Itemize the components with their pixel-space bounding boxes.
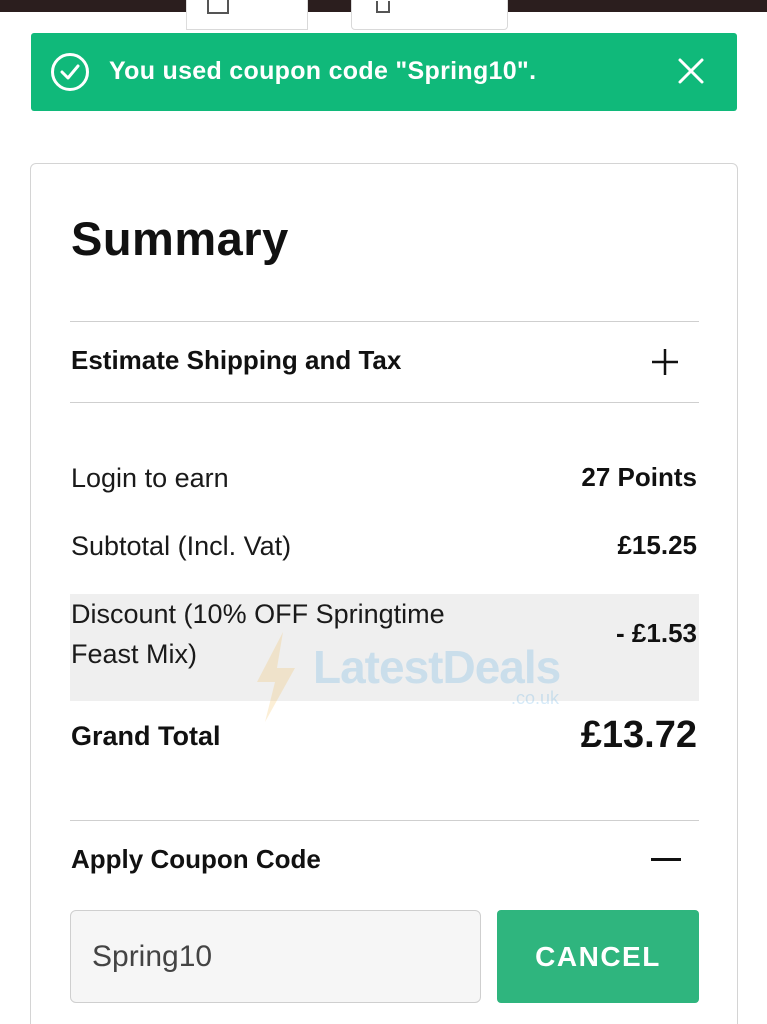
success-alert: You used coupon code "Spring10". [31, 33, 737, 111]
grand-total-value: £13.72 [580, 714, 697, 756]
discount-label-line2: Feast Mix) [71, 639, 198, 669]
summary-card: Summary Estimate Shipping and Tax Login … [30, 163, 738, 1024]
points-value: 27 Points [581, 462, 697, 492]
edit-icon [207, 0, 229, 14]
minus-icon[interactable] [651, 858, 681, 861]
summary-title: Summary [71, 212, 289, 265]
login-to-earn-label[interactable]: Login to earn [71, 458, 229, 498]
divider [70, 321, 699, 322]
discount-label-line1: Discount (10% OFF Springtime [71, 599, 445, 629]
apply-coupon-toggle[interactable]: Apply Coupon Code [71, 844, 321, 875]
plus-icon[interactable] [651, 348, 679, 376]
divider [70, 402, 699, 403]
trash-icon [376, 1, 390, 13]
check-circle-icon [51, 53, 89, 91]
close-icon[interactable] [675, 55, 707, 87]
alert-message: You used coupon code "Spring10". [109, 57, 537, 85]
subtotal-value: £15.25 [617, 530, 697, 560]
grand-total-label: Grand Total [71, 721, 221, 751]
delete-button[interactable] [351, 0, 508, 30]
subtotal-label: Subtotal (Incl. Vat) [71, 531, 292, 561]
edit-button[interactable] [186, 0, 308, 30]
coupon-input[interactable] [70, 910, 481, 1003]
divider [70, 820, 699, 821]
discount-value: - £1.53 [616, 618, 697, 648]
cancel-coupon-button[interactable]: CANCEL [497, 910, 699, 1003]
estimate-shipping-toggle[interactable]: Estimate Shipping and Tax [71, 345, 401, 376]
